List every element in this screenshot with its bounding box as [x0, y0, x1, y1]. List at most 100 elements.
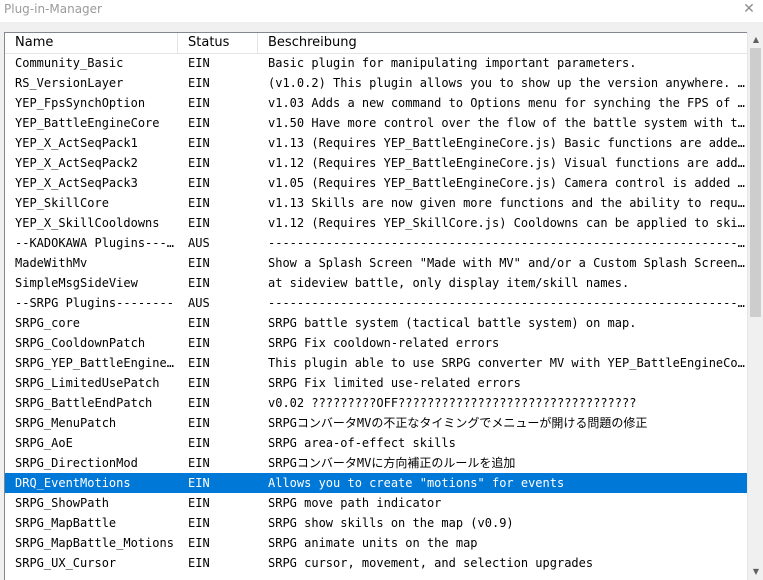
list-header: Name Status Beschreibung	[5, 33, 748, 54]
plugin-description-cell: SRPG animate units on the map	[268, 536, 478, 550]
plugin-status-cell: EIN	[188, 196, 210, 210]
vertical-scrollbar[interactable]: ▲ ▼	[747, 32, 763, 580]
plugin-status-cell: EIN	[188, 456, 210, 470]
plugin-name-cell: SRPG_BattleEndPatch	[15, 396, 153, 410]
plugin-status-cell: EIN	[188, 76, 210, 90]
plugin-name-cell: SRPG_YEP_BattleEngine…	[15, 356, 174, 370]
window-title: Plug-in-Manager	[4, 2, 102, 16]
plugin-name-cell: RS_VersionLayer	[15, 76, 124, 90]
plugin-name-cell: --KADOKAWA Plugins-----	[15, 236, 178, 250]
plugin-name-cell: SRPG_CooldownPatch	[15, 336, 146, 350]
plugin-status-cell: EIN	[188, 396, 210, 410]
plugin-description-cell: v0.02 ?????????OFF??????????????????????…	[268, 396, 637, 410]
plugin-description-cell: ----------------------------------------…	[268, 296, 748, 310]
plugin-row[interactable]: SRPG_AoE EIN SRPG area-of-effect skills	[5, 433, 748, 453]
plugin-status-cell: EIN	[188, 136, 210, 150]
plugin-description-cell: (v1.0.2) This plugin allows you to show …	[268, 76, 748, 90]
plugin-description-cell: This plugin able to use SRPG converter M…	[268, 356, 748, 370]
plugin-status-cell: AUS	[188, 236, 210, 250]
plugin-row[interactable]: MadeWithMv EIN Show a Splash Screen "Made …	[5, 253, 748, 273]
plugin-row[interactable]: YEP_SkillCore EIN v1.13 Skills are now giv…	[5, 193, 748, 213]
plugin-name-cell: YEP_BattleEngineCore	[15, 116, 160, 130]
plugin-row[interactable]: YEP_X_ActSeqPack3 EIN v1.05 (Requires YEP_…	[5, 173, 748, 193]
scroll-down-icon[interactable]: ▼	[748, 564, 763, 580]
plugin-row[interactable]: YEP_X_SkillCooldowns EIN v1.12 (Requires Y…	[5, 213, 748, 233]
plugin-description-cell: SRPG Fix limited use-related errors	[268, 376, 521, 390]
plugin-status-cell: EIN	[188, 276, 210, 290]
plugin-description-cell: SRPG show skills on the map (v0.9)	[268, 516, 514, 530]
plugin-row[interactable]: --SRPG Plugins-------- AUS ---------------…	[5, 293, 748, 313]
plugin-row[interactable]: SRPG_MapBattle EIN SRPG show skills on the…	[5, 513, 748, 533]
plugin-row[interactable]: SRPG_UX_Cursor EIN SRPG cursor, movement, …	[5, 553, 748, 573]
plugin-description-cell: SRPG move path indicator	[268, 496, 442, 510]
plugin-status-cell: EIN	[188, 376, 210, 390]
plugin-description-cell: v1.50 Have more control over the flow of…	[268, 116, 748, 130]
plugin-status-cell: EIN	[188, 156, 210, 170]
plugin-description-cell: Basic plugin for manipulating important …	[268, 56, 637, 70]
plugin-status-cell: EIN	[188, 316, 210, 330]
plugin-name-cell: SRPG_core	[15, 316, 81, 330]
plugin-row[interactable]: SRPG_core EIN SRPG battle system (tactical…	[5, 313, 748, 333]
plugin-name-cell: Community_Basic	[15, 56, 124, 70]
plugin-row[interactable]: SRPG_MenuPatch EIN SRPGコンバータMVの不正なタイミングでメニ…	[5, 413, 748, 433]
plugin-rows: Community_Basic EIN Basic plugin for manip…	[5, 53, 748, 573]
close-icon[interactable]: ✕	[741, 0, 757, 19]
scroll-up-icon[interactable]: ▲	[748, 32, 763, 48]
column-header-name[interactable]: Name	[5, 33, 178, 53]
plugin-status-cell: AUS	[188, 296, 210, 310]
plugin-name-cell: YEP_FpsSynchOption	[15, 96, 146, 110]
plugin-status-cell: EIN	[188, 476, 210, 490]
plugin-row[interactable]: YEP_X_ActSeqPack2 EIN v1.12 (Requires YEP_…	[5, 153, 748, 173]
plugin-description-cell: Show a Splash Screen "Made with MV" and/…	[268, 256, 748, 270]
plugin-name-cell: SRPG_MapBattle_Motions	[15, 536, 174, 550]
plugin-row[interactable]: YEP_X_ActSeqPack1 EIN v1.13 (Requires YEP_…	[5, 133, 748, 153]
plugin-name-cell: YEP_X_ActSeqPack1	[15, 136, 138, 150]
plugin-row[interactable]: SRPG_YEP_BattleEngine… EIN This plugin abl…	[5, 353, 748, 373]
plugin-row[interactable]: SRPG_BattleEndPatch EIN v0.02 ?????????OFF…	[5, 393, 748, 413]
dialog-panel: Name Status Beschreibung Community_Basic…	[0, 22, 763, 580]
plugin-row[interactable]: SRPG_DirectionMod EIN SRPGコンバータMVに方向補正のルール…	[5, 453, 748, 473]
plugin-row[interactable]: SRPG_ShowPath EIN SRPG move path indicator	[5, 493, 748, 513]
plugin-name-cell: YEP_X_ActSeqPack2	[15, 156, 138, 170]
plugin-row[interactable]: YEP_FpsSynchOption EIN v1.03 Adds a new co…	[5, 93, 748, 113]
plugin-status-cell: EIN	[188, 356, 210, 370]
plugin-status-cell: EIN	[188, 116, 210, 130]
plugin-name-cell: SimpleMsgSideView	[15, 276, 138, 290]
column-header-status[interactable]: Status	[178, 33, 258, 53]
plugin-row[interactable]: Community_Basic EIN Basic plugin for manip…	[5, 53, 748, 73]
plugin-status-cell: EIN	[188, 176, 210, 190]
plugin-status-cell: EIN	[188, 416, 210, 430]
plugin-description-cell: v1.12 (Requires YEP_BattleEngineCore.js)…	[268, 156, 748, 170]
plugin-description-cell: v1.13 (Requires YEP_BattleEngineCore.js)…	[268, 136, 748, 150]
plugin-description-cell: SRPG cursor, movement, and selection upg…	[268, 556, 594, 570]
scrollbar-thumb[interactable]	[750, 48, 761, 317]
plugin-row[interactable]: YEP_BattleEngineCore EIN v1.50 Have more c…	[5, 113, 748, 133]
plugin-row[interactable]: SRPG_CooldownPatch EIN SRPG Fix cooldown-r…	[5, 333, 748, 353]
column-header-description[interactable]: Beschreibung	[258, 33, 748, 53]
plugin-status-cell: EIN	[188, 96, 210, 110]
plugin-name-cell: SRPG_ShowPath	[15, 496, 109, 510]
plugin-description-cell: SRPGコンバータMVに方向補正のルールを追加	[268, 456, 516, 470]
plugin-list[interactable]: Name Status Beschreibung Community_Basic…	[4, 32, 763, 580]
plugin-status-cell: EIN	[188, 516, 210, 530]
plugin-description-cell: SRPG Fix cooldown-related errors	[268, 336, 500, 350]
plugin-row[interactable]: RS_VersionLayer EIN (v1.0.2) This plugin a…	[5, 73, 748, 93]
plugin-status-cell: EIN	[188, 496, 210, 510]
plugin-description-cell: SRPG battle system (tactical battle syst…	[268, 316, 637, 330]
plugin-status-cell: EIN	[188, 216, 210, 230]
plugin-row[interactable]: SimpleMsgSideView EIN at sideview battle, …	[5, 273, 748, 293]
plugin-status-cell: EIN	[188, 336, 210, 350]
plugin-name-cell: YEP_X_ActSeqPack3	[15, 176, 138, 190]
plugin-description-cell: SRPG area-of-effect skills	[268, 436, 456, 450]
title-bar: Plug-in-Manager ✕	[0, 0, 763, 22]
plugin-name-cell: SRPG_MapBattle	[15, 516, 117, 530]
plugin-row[interactable]: --KADOKAWA Plugins----- AUS --------------…	[5, 233, 748, 253]
plugin-name-cell: MadeWithMv	[15, 256, 88, 270]
plugin-row[interactable]: SRPG_MapBattle_Motions EIN SRPG animate un…	[5, 533, 748, 553]
plugin-description-cell: at sideview battle, only display item/sk…	[268, 276, 630, 290]
plugin-description-cell: Allows you to create "motions" for event…	[268, 476, 565, 490]
plugin-row[interactable]: SRPG_LimitedUsePatch EIN SRPG Fix limited …	[5, 373, 748, 393]
plugin-name-cell: --SRPG Plugins--------	[15, 296, 174, 310]
plugin-description-cell: SRPGコンバータMVの不正なタイミングでメニューが開ける問題の修正	[268, 416, 648, 430]
plugin-row[interactable]: DRQ_EventMotions EIN Allows you to create …	[5, 473, 748, 493]
